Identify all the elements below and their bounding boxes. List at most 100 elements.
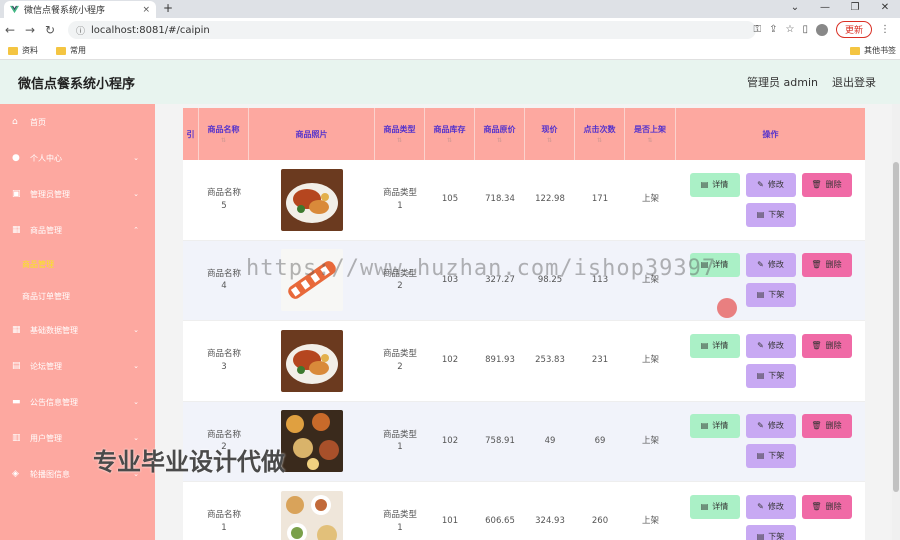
name-value: 商品名称 4 bbox=[206, 268, 241, 292]
sidebar-item-label: 论坛管理 bbox=[30, 361, 62, 371]
delete-button[interactable]: 🗑 删除 bbox=[801, 172, 852, 197]
orig-value: 718.34 bbox=[485, 194, 515, 205]
column-header-stock[interactable]: 商品库存 ⇅ bbox=[425, 108, 475, 160]
delete-icon: 🗑 bbox=[811, 340, 822, 350]
close-window-icon[interactable]: ✕ bbox=[870, 0, 900, 16]
sidebar-item-profile[interactable]: ● 个人中心 ⌄ bbox=[0, 140, 155, 176]
reload-icon[interactable]: ↻ bbox=[40, 23, 60, 37]
sidebar-item-admins[interactable]: ▣ 管理员管理 ⌄ bbox=[0, 176, 155, 212]
scrollbar-thumb[interactable] bbox=[893, 162, 899, 492]
column-header-index[interactable]: 引 bbox=[183, 108, 199, 160]
column-header-status[interactable]: 是否上架 ⇅ bbox=[625, 108, 676, 160]
restore-icon[interactable]: ❐ bbox=[840, 0, 870, 16]
sort-icon[interactable]: ⇅ bbox=[647, 137, 652, 144]
edit-button[interactable]: ✎ 修改 bbox=[745, 333, 796, 358]
edit-button[interactable]: ✎ 修改 bbox=[745, 253, 796, 278]
off-shelf-button[interactable]: ▤ 下架 bbox=[745, 363, 796, 388]
admin-icon: ▣ bbox=[12, 189, 21, 199]
browser-tab-title: 微信点餐系统小程序 bbox=[24, 6, 106, 16]
url-field[interactable]: ⓘ localhost:8081/#/caipin bbox=[68, 21, 756, 39]
forward-icon[interactable]: → bbox=[20, 23, 40, 37]
detail-button[interactable]: ▤ 详情 bbox=[689, 172, 740, 197]
delete-button[interactable]: 🗑 删除 bbox=[801, 333, 852, 358]
cell-status: 上架 bbox=[625, 321, 676, 401]
sidebar-item-forum[interactable]: ▤ 论坛管理 ⌄ bbox=[0, 348, 155, 384]
detail-button[interactable]: ▤ 详情 bbox=[689, 333, 740, 358]
scrollbar[interactable] bbox=[892, 104, 900, 540]
delete-icon: 🗑 bbox=[811, 179, 822, 189]
chevron-down-icon: ⌄ bbox=[133, 398, 139, 406]
off-shelf-icon: ▤ bbox=[756, 370, 765, 380]
sidebar-item-base-data[interactable]: ▦ 基础数据管理 ⌄ bbox=[0, 312, 155, 348]
delete-button[interactable]: 🗑 删除 bbox=[801, 414, 852, 439]
sort-icon[interactable]: ⇅ bbox=[547, 137, 552, 144]
detail-button[interactable]: ▤ 详情 bbox=[689, 494, 740, 519]
sidebar-item-products[interactable]: ▦ 商品管理 ⌃ bbox=[0, 212, 155, 248]
sidebar-item-notices[interactable]: ▬ 公告信息管理 ⌄ bbox=[0, 384, 155, 420]
sort-icon[interactable]: ⇅ bbox=[597, 137, 602, 144]
off-shelf-button[interactable]: ▤ 下架 bbox=[745, 202, 796, 227]
delete-icon: 🗑 bbox=[811, 501, 822, 511]
edit-button[interactable]: ✎ 修改 bbox=[745, 494, 796, 519]
detail-button[interactable]: ▤ 详情 bbox=[689, 414, 740, 439]
cell-stock: 101 bbox=[425, 482, 475, 540]
off-shelf-button[interactable]: ▤ 下架 bbox=[745, 283, 796, 308]
product-photo[interactable] bbox=[281, 410, 343, 473]
sort-icon[interactable]: ⇅ bbox=[497, 137, 502, 144]
sidebar-item-home[interactable]: ⌂ 首页 bbox=[0, 104, 155, 140]
chevron-down-icon[interactable]: ⌄ bbox=[780, 0, 810, 16]
sidebar-subitem-products[interactable]: 商品管理 bbox=[0, 248, 155, 280]
home-icon: ⌂ bbox=[12, 117, 18, 127]
back-icon[interactable]: ← bbox=[0, 23, 20, 37]
off-shelf-button[interactable]: ▤ 下架 bbox=[745, 524, 796, 540]
sort-icon[interactable]: ⇅ bbox=[221, 137, 226, 144]
table-row: 商品名称 3 商品类型 2 102 891.93 253.83 231 上架 ▤ 详情 ✎ 修改 🗑 删除 ▤… bbox=[183, 321, 865, 402]
sidebar-item-label: 轮播图信息 bbox=[30, 469, 70, 479]
other-bookmarks[interactable]: 其他书签 bbox=[850, 45, 896, 56]
address-bar-icons: ⚿ ⇪ ☆ ▯ 更新 ⋮ bbox=[753, 21, 890, 38]
product-photo[interactable] bbox=[281, 329, 343, 392]
column-header-clicks[interactable]: 点击次数 ⇅ bbox=[575, 108, 625, 160]
off-shelf-icon: ▤ bbox=[756, 531, 765, 540]
folder-icon bbox=[8, 46, 18, 55]
table-row: 商品名称 1 商品类型 1 101 606.65 324.93 260 上架 ▤ 详情 ✎ 修改 🗑 删除 ▤… bbox=[183, 482, 865, 540]
logout-link[interactable]: 退出登录 bbox=[832, 74, 876, 90]
share-icon[interactable]: ⇪ bbox=[769, 24, 777, 35]
profile-icon[interactable] bbox=[815, 23, 828, 36]
edit-button[interactable]: ✎ 修改 bbox=[745, 172, 796, 197]
site-info-icon[interactable]: ⓘ bbox=[76, 24, 85, 37]
button-label: 删除 bbox=[825, 340, 842, 350]
product-photo[interactable] bbox=[281, 490, 343, 540]
grid-icon: ▦ bbox=[12, 325, 21, 335]
delete-button[interactable]: 🗑 删除 bbox=[801, 494, 852, 519]
edit-button[interactable]: ✎ 修改 bbox=[745, 414, 796, 439]
column-header-type[interactable]: 商品类型 ⇅ bbox=[375, 108, 425, 160]
browser-tab[interactable]: 微信点餐系统小程序 × bbox=[4, 1, 156, 18]
key-icon[interactable]: ⚿ bbox=[753, 24, 761, 35]
chevron-down-icon: ⌄ bbox=[133, 326, 139, 334]
sidebar-subitem-orders[interactable]: 商品订单管理 bbox=[0, 280, 155, 312]
sort-icon[interactable]: ⇅ bbox=[447, 137, 452, 144]
column-header-orig-price[interactable]: 商品原价 ⇅ bbox=[475, 108, 525, 160]
tab-close-icon[interactable]: × bbox=[142, 5, 150, 15]
delete-button[interactable]: 🗑 删除 bbox=[801, 253, 852, 278]
new-tab-button[interactable]: + bbox=[163, 1, 173, 15]
column-header-price[interactable]: 现价 ⇅ bbox=[525, 108, 575, 160]
bookmark-folder-1[interactable]: 资料 bbox=[8, 45, 38, 56]
product-photo[interactable] bbox=[281, 168, 343, 231]
bookmark-folder-2[interactable]: 常用 bbox=[56, 45, 86, 56]
column-header-name[interactable]: 商品名称 ⇅ bbox=[199, 108, 249, 160]
cell-stock: 102 bbox=[425, 402, 475, 482]
sidebar-item-label: 管理员管理 bbox=[30, 189, 70, 199]
button-label: 下架 bbox=[768, 451, 785, 461]
off-shelf-button[interactable]: ▤ 下架 bbox=[745, 444, 796, 469]
sidepanel-icon[interactable]: ▯ bbox=[802, 24, 808, 35]
off-shelf-icon: ▤ bbox=[756, 290, 765, 300]
sort-icon[interactable]: ⇅ bbox=[397, 137, 402, 144]
minimize-icon[interactable]: — bbox=[810, 0, 840, 16]
users-icon: ▥ bbox=[12, 433, 21, 443]
watermark-text: https://www.huzhan.com/ishop39397 bbox=[246, 256, 717, 281]
star-icon[interactable]: ☆ bbox=[786, 24, 795, 35]
update-button[interactable]: 更新 bbox=[835, 21, 872, 38]
menu-dots-icon[interactable]: ⋮ bbox=[880, 24, 890, 35]
